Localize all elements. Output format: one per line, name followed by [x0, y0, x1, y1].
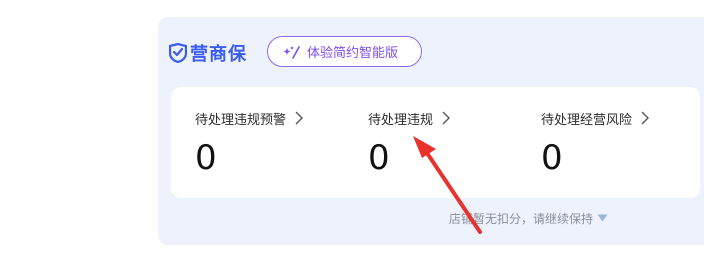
chevron-right-icon — [641, 111, 650, 125]
metric-violation-warnings[interactable]: 待处理违规预警 0 — [195, 108, 304, 176]
chevron-right-icon — [442, 111, 451, 125]
metric-title: 待处理违规 — [368, 112, 434, 128]
chevron-right-icon — [295, 111, 304, 125]
caret-down-icon — [597, 214, 608, 222]
metric-title: 待处理违规预警 — [195, 112, 287, 128]
deduction-status-note[interactable]: 店铺暂无扣分，请继续保持 — [449, 208, 608, 228]
metric-value: 0 — [541, 138, 563, 178]
brand-header: 营商保 — [169, 40, 247, 66]
shield-check-icon — [169, 43, 187, 63]
deduction-status-text: 店铺暂无扣分，请继续保持 — [449, 211, 594, 226]
metric-violations[interactable]: 待处理违规 0 — [368, 108, 451, 176]
metric-value: 0 — [368, 138, 390, 178]
metric-title: 待处理经营风险 — [541, 112, 633, 128]
try-simple-smart-edition-button[interactable]: 体验简约智能版 — [267, 36, 422, 67]
brand-name: 营商保 — [190, 44, 247, 65]
metric-business-risks[interactable]: 待处理经营风险 0 — [541, 108, 650, 176]
sparkle-icon — [283, 45, 300, 59]
edition-button-label: 体验简约智能版 — [307, 46, 399, 61]
metric-value: 0 — [195, 138, 217, 178]
